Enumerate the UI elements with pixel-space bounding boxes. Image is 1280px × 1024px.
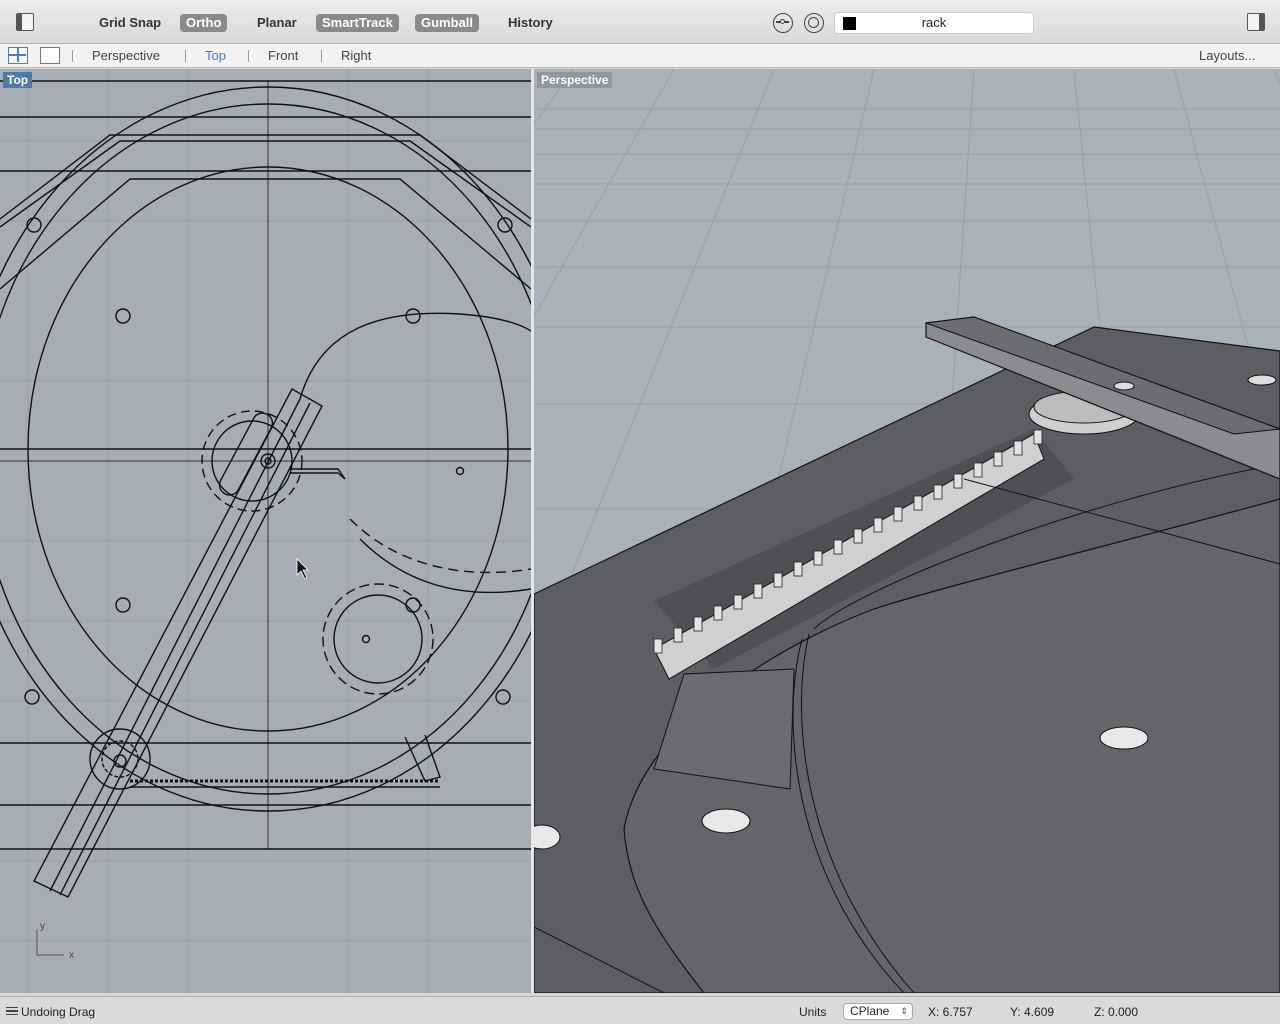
z-coordinate: Z: 0.000: [1094, 1005, 1139, 1019]
layer-name: rack: [921, 15, 947, 30]
top-toolbar: Grid Snap Ortho Planar SmartTrack Gumbal…: [0, 0, 1280, 44]
top-viewport-label[interactable]: Top: [3, 72, 33, 88]
tab-front[interactable]: Front: [268, 48, 298, 64]
perspective-viewport-label[interactable]: Perspective: [537, 72, 613, 88]
status-message: Undoing Drag: [21, 1005, 96, 1019]
layer-color-swatch: [843, 17, 856, 30]
status-menu-icon[interactable]: [6, 1007, 18, 1015]
smarttrack-button[interactable]: SmartTrack: [316, 14, 399, 32]
viewport-tab-bar: Perspective Top Front Right Layouts...: [0, 44, 1280, 68]
gumball-button[interactable]: Gumball: [415, 14, 480, 32]
axis-y-label: y: [40, 921, 45, 932]
x-coordinate: X: 6.757: [928, 1005, 973, 1019]
layouts-button[interactable]: Layouts...: [1199, 48, 1255, 64]
axis-x-label: x: [69, 950, 74, 961]
top-viewport[interactable]: y x Top: [0, 69, 531, 993]
target-circle-icon[interactable]: [804, 13, 824, 33]
planar-button[interactable]: Planar: [251, 14, 303, 32]
perspective-viewport[interactable]: Perspective: [534, 69, 1280, 993]
grid-snap-button[interactable]: Grid Snap: [93, 14, 167, 32]
history-button[interactable]: History: [502, 14, 559, 32]
tab-right[interactable]: Right: [341, 48, 371, 64]
mouse-cursor-icon: [296, 558, 309, 580]
four-viewport-icon[interactable]: [8, 47, 28, 64]
cplane-value: CPlane: [850, 1004, 890, 1018]
top-viewport-drawing: y x: [0, 69, 531, 993]
y-coordinate: Y: 4.609: [1010, 1005, 1055, 1019]
cplane-select[interactable]: CPlane ⇕: [843, 1003, 913, 1020]
single-viewport-icon[interactable]: [40, 47, 60, 64]
stepper-arrows-icon: ⇕: [900, 1006, 908, 1016]
osnap-icon[interactable]: [773, 13, 793, 33]
current-layer-field[interactable]: rack: [834, 12, 1034, 34]
right-panel-toggle-icon[interactable]: [1247, 13, 1265, 31]
tab-perspective[interactable]: Perspective: [92, 48, 160, 64]
units-label[interactable]: Units: [799, 1005, 826, 1019]
perspective-viewport-drawing: [534, 69, 1280, 993]
status-bar: Undoing Drag Units CPlane ⇕ X: 6.757 Y: …: [0, 996, 1280, 1024]
left-panel-toggle-icon[interactable]: [16, 13, 34, 31]
ortho-button[interactable]: Ortho: [180, 14, 228, 32]
tab-top[interactable]: Top: [205, 48, 226, 64]
